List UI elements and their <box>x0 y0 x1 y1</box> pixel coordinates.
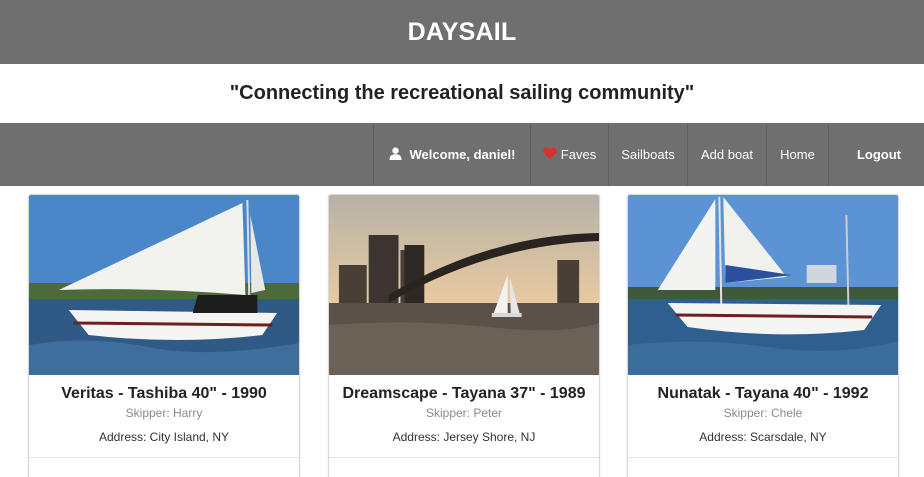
boat-address: Address: City Island, NY <box>98 430 230 444</box>
boat-address: Address: Jersey Shore, NJ <box>392 430 536 444</box>
nav-home-label: Home <box>780 147 815 162</box>
nav-welcome-label: Welcome, daniel! <box>409 147 516 162</box>
boat-title[interactable]: Veritas - Tashiba 40" - 1990 <box>29 385 299 403</box>
boat-photo <box>628 195 898 375</box>
boat-skipper: Skipper: Peter <box>425 406 503 420</box>
nav-faves[interactable]: Faves <box>530 123 608 186</box>
navbar: Welcome, daniel! Faves Sailboats Add boa… <box>0 123 924 186</box>
nav-add-boat[interactable]: Add boat <box>687 123 766 186</box>
boat-address: Address: Scarsdale, NY <box>699 430 827 444</box>
boat-card[interactable]: Nunatak - Tayana 40" - 1992 Skipper: Che… <box>627 194 899 477</box>
boat-title[interactable]: Nunatak - Tayana 40" - 1992 <box>628 385 898 403</box>
boat-title[interactable]: Dreamscape - Tayana 37" - 1989 <box>329 385 599 403</box>
nav-welcome[interactable]: Welcome, daniel! <box>373 123 530 186</box>
nav-home[interactable]: Home <box>766 123 828 186</box>
nav-logout-label: Logout <box>856 147 901 162</box>
nav-add-boat-label: Add boat <box>700 147 754 162</box>
nav-sailboats[interactable]: Sailboats <box>608 123 687 186</box>
boat-skipper: Skipper: Chele <box>723 406 803 420</box>
card-footer <box>329 457 599 477</box>
heart-icon <box>543 147 557 162</box>
card-footer <box>628 457 898 477</box>
nav-logout[interactable]: Logout <box>828 123 924 186</box>
nav-sailboats-label: Sailboats <box>621 147 675 162</box>
boat-photo <box>329 195 599 375</box>
boat-photo <box>29 195 299 375</box>
header-banner: DAYSAIL <box>0 0 924 64</box>
tagline: "Connecting the recreational sailing com… <box>229 82 695 104</box>
boat-card[interactable]: Veritas - Tashiba 40" - 1990 Skipper: Ha… <box>28 194 300 477</box>
card-footer <box>29 457 299 477</box>
boat-skipper: Skipper: Harry <box>125 406 203 420</box>
brand-title[interactable]: DAYSAIL <box>408 18 517 47</box>
boat-card[interactable]: Dreamscape - Tayana 37" - 1989 Skipper: … <box>328 194 600 477</box>
user-icon <box>389 146 402 163</box>
nav-faves-label: Faves <box>560 147 597 162</box>
tagline-bar: "Connecting the recreational sailing com… <box>0 64 924 123</box>
